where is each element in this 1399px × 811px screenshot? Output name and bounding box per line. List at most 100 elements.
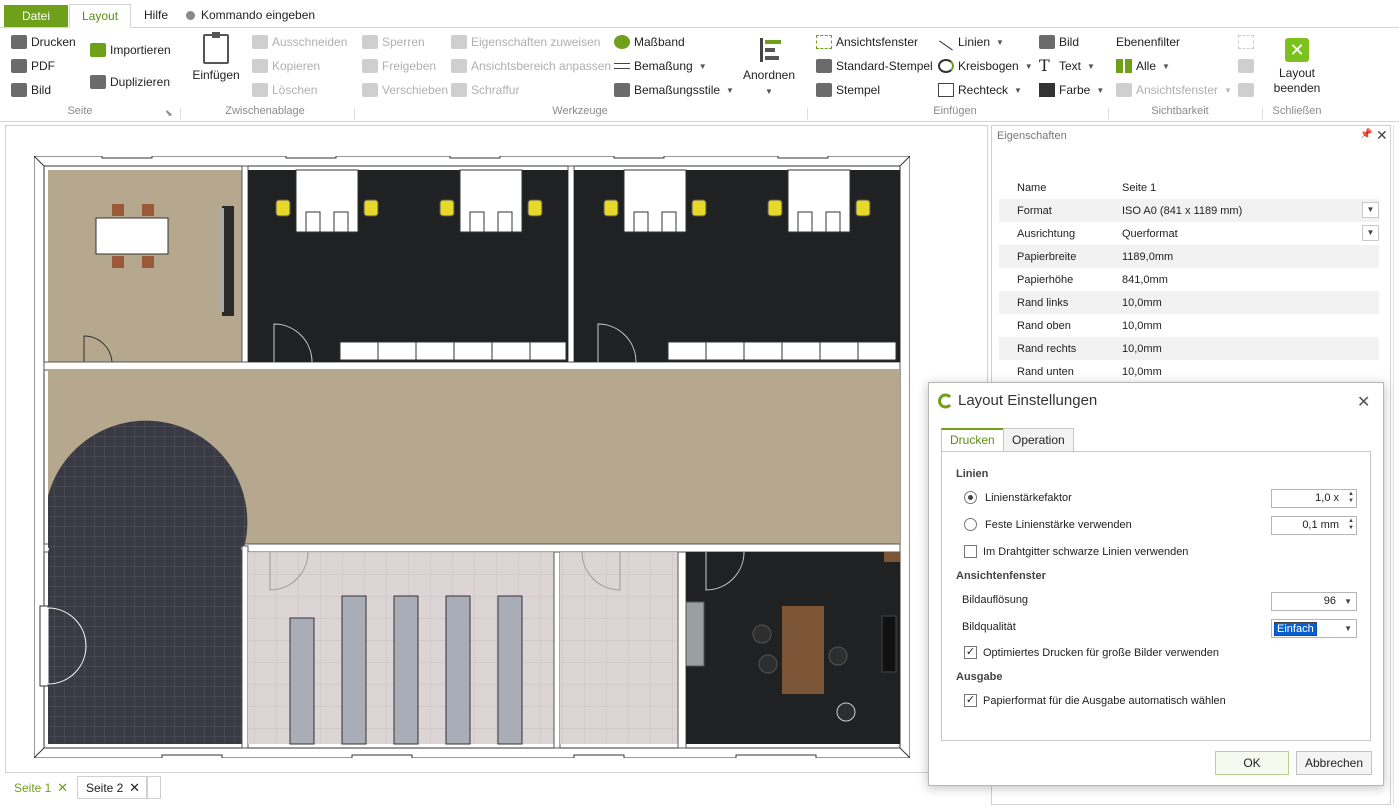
page-tab-label: Seite 2 — [86, 781, 124, 795]
lines-button[interactable]: Linien ▼ — [938, 32, 1004, 52]
quality-select[interactable]: Einfach ▼ — [1271, 619, 1357, 638]
visibility-option-2[interactable] — [1238, 56, 1258, 76]
pin-icon[interactable]: 📌 — [1360, 129, 1372, 140]
lock-button[interactable]: Sperren — [362, 32, 425, 52]
assign-properties-button[interactable]: Eigenschaften zuweisen — [451, 32, 600, 52]
move-button[interactable]: Verschieben — [362, 80, 448, 100]
property-value[interactable]: 10,0mm — [1122, 320, 1162, 332]
property-value[interactable]: 10,0mm — [1122, 343, 1162, 355]
delete-button[interactable]: Löschen — [252, 80, 317, 100]
text-button[interactable]: T Text ▼ — [1039, 56, 1095, 76]
arrange-button[interactable]: Anordnen ▼ — [740, 36, 798, 99]
property-value[interactable]: 1189,0mm — [1122, 251, 1173, 263]
tape-measure-button[interactable]: Maßband — [614, 32, 685, 52]
paste-button[interactable]: Einfügen — [190, 32, 242, 83]
insert-image-button[interactable]: Bild — [1039, 32, 1079, 52]
page-tab-1[interactable]: Seite 1 ✕ — [5, 776, 75, 799]
duplicate-button[interactable]: Duplizieren — [90, 72, 170, 92]
property-value[interactable]: 841,0mm — [1122, 274, 1168, 286]
fixed-width-spinner[interactable]: 0,1 mm ▲ ▼ — [1271, 516, 1357, 535]
stamp-icon — [816, 59, 832, 73]
group-label-clipboard: Zwischenablage — [225, 105, 305, 117]
chevron-down-icon[interactable]: ▼ — [1344, 597, 1352, 606]
paste-label: Einfügen — [192, 68, 240, 82]
wireframe-checkbox[interactable]: Im Drahtgitter schwarze Linien verwenden — [964, 545, 1188, 558]
property-name: Format — [1017, 204, 1052, 217]
command-input[interactable]: Kommando eingeben — [182, 4, 327, 28]
property-name: Ausrichtung — [1017, 227, 1076, 240]
visibility-option-1[interactable] — [1238, 32, 1258, 52]
resolution-select[interactable]: 96 ▼ — [1271, 592, 1357, 611]
end-layout-label: Layout beenden — [1273, 66, 1321, 95]
property-value[interactable]: 10,0mm — [1122, 297, 1162, 309]
standard-stamp-button[interactable]: Standard-Stempel — [816, 56, 933, 76]
arc-button[interactable]: Kreisbogen ▼ — [938, 56, 1033, 76]
property-value[interactable]: Querformat — [1122, 228, 1178, 240]
checkbox-unchecked[interactable] — [964, 545, 977, 558]
spinner-arrows-icon[interactable]: ▲ ▼ — [1348, 491, 1354, 505]
cut-button[interactable]: Ausschneiden — [252, 32, 347, 52]
dimension-button[interactable]: Bemaßung ▼ — [614, 56, 707, 76]
property-value[interactable]: Seite 1 — [1122, 182, 1156, 194]
tab-layout[interactable]: Layout — [69, 4, 132, 28]
cancel-button[interactable]: Abbrechen — [1296, 751, 1372, 775]
visibility-viewport-button[interactable]: Ansichtsfenster ▼ — [1116, 80, 1232, 100]
line-factor-radio[interactable]: Linienstärkefaktor — [964, 491, 1072, 504]
arrange-icon — [756, 36, 782, 64]
page-tab-2[interactable]: Seite 2 ✕ — [77, 776, 147, 799]
end-layout-button[interactable]: ✕ Layout beenden — [1268, 38, 1326, 96]
property-value[interactable]: 10,0mm — [1122, 366, 1162, 378]
auto-paper-checkbox[interactable]: ✓ Papierformat für die Ausgabe automatisc… — [964, 694, 1226, 707]
add-page-tab[interactable] — [147, 776, 161, 799]
ok-button[interactable]: OK — [1215, 751, 1289, 775]
rectangle-button[interactable]: Rechteck ▼ — [938, 80, 1022, 100]
grid-icon — [1238, 83, 1254, 97]
color-button[interactable]: Farbe ▼ — [1039, 80, 1104, 100]
layout-canvas[interactable] — [5, 125, 988, 773]
dimension-styles-button[interactable]: Bemaßungsstile ▼ — [614, 80, 734, 100]
tab-operation[interactable]: Operation — [1003, 428, 1074, 452]
close-icon[interactable]: ✕ — [57, 777, 68, 799]
close-icon[interactable]: ✕ — [1357, 392, 1370, 412]
tab-file[interactable]: Datei — [4, 5, 69, 27]
close-icon[interactable]: ✕ — [1376, 127, 1388, 144]
floor-plan-viewport[interactable] — [34, 156, 910, 758]
layer-filter-all-button[interactable]: Alle ▼ — [1116, 56, 1170, 76]
chevron-down-icon[interactable]: ▼ — [1344, 624, 1352, 633]
chevron-down-icon: ▼ — [1024, 61, 1033, 71]
print-button[interactable]: Drucken — [11, 32, 76, 52]
line-factor-spinner[interactable]: 1,0 x ▲ ▼ — [1271, 489, 1357, 508]
chevron-down-icon: ▼ — [1014, 85, 1022, 95]
dialog-launcher-icon[interactable]: ⬊ — [165, 108, 173, 119]
stamp-button[interactable]: Stempel — [816, 80, 880, 100]
import-button[interactable]: Importieren — [90, 40, 171, 60]
tab-help[interactable]: Hilfe — [132, 4, 180, 28]
resolution-value: 96 — [1323, 595, 1336, 607]
tab-drucken[interactable]: Drucken — [941, 428, 1004, 452]
pdf-button[interactable]: PDF — [11, 56, 55, 76]
fixed-width-label: Feste Linienstärke verwenden — [985, 518, 1132, 531]
fixed-width-radio[interactable]: Feste Linienstärke verwenden — [964, 518, 1132, 531]
close-icon: ✕ — [1285, 38, 1309, 62]
hatch-button[interactable]: Schraffur — [451, 80, 519, 100]
delete-icon — [252, 83, 268, 97]
ribbon-tabbar: Datei Layout Hilfe Kommando eingeben — [0, 0, 1399, 28]
checkbox-checked[interactable]: ✓ — [964, 694, 977, 707]
spinner-arrows-icon[interactable]: ▲ ▼ — [1348, 518, 1354, 532]
copy-button[interactable]: Kopieren — [252, 56, 320, 76]
viewport-button[interactable]: Ansichtsfenster — [816, 32, 918, 52]
chevron-down-icon[interactable]: ▼ — [1362, 225, 1379, 241]
fit-view-button[interactable]: Ansichtsbereich anpassen — [451, 56, 611, 76]
unlock-button[interactable]: Freigeben — [362, 56, 436, 76]
fixed-width-value: 0,1 mm — [1302, 519, 1339, 531]
close-icon[interactable]: ✕ — [129, 777, 140, 799]
section-output: Ausgabe — [956, 671, 1003, 683]
radio-selected[interactable] — [964, 491, 977, 504]
checkbox-checked[interactable]: ✓ — [964, 646, 977, 659]
chevron-down-icon[interactable]: ▼ — [1362, 202, 1379, 218]
optimized-print-checkbox[interactable]: ✓ Optimiertes Drucken für große Bilder ve… — [964, 646, 1219, 659]
radio-unselected[interactable] — [964, 518, 977, 531]
visibility-option-3[interactable] — [1238, 80, 1258, 100]
property-value[interactable]: ISO A0 (841 x 1189 mm) — [1122, 205, 1242, 217]
image-export-button[interactable]: Bild — [11, 80, 51, 100]
